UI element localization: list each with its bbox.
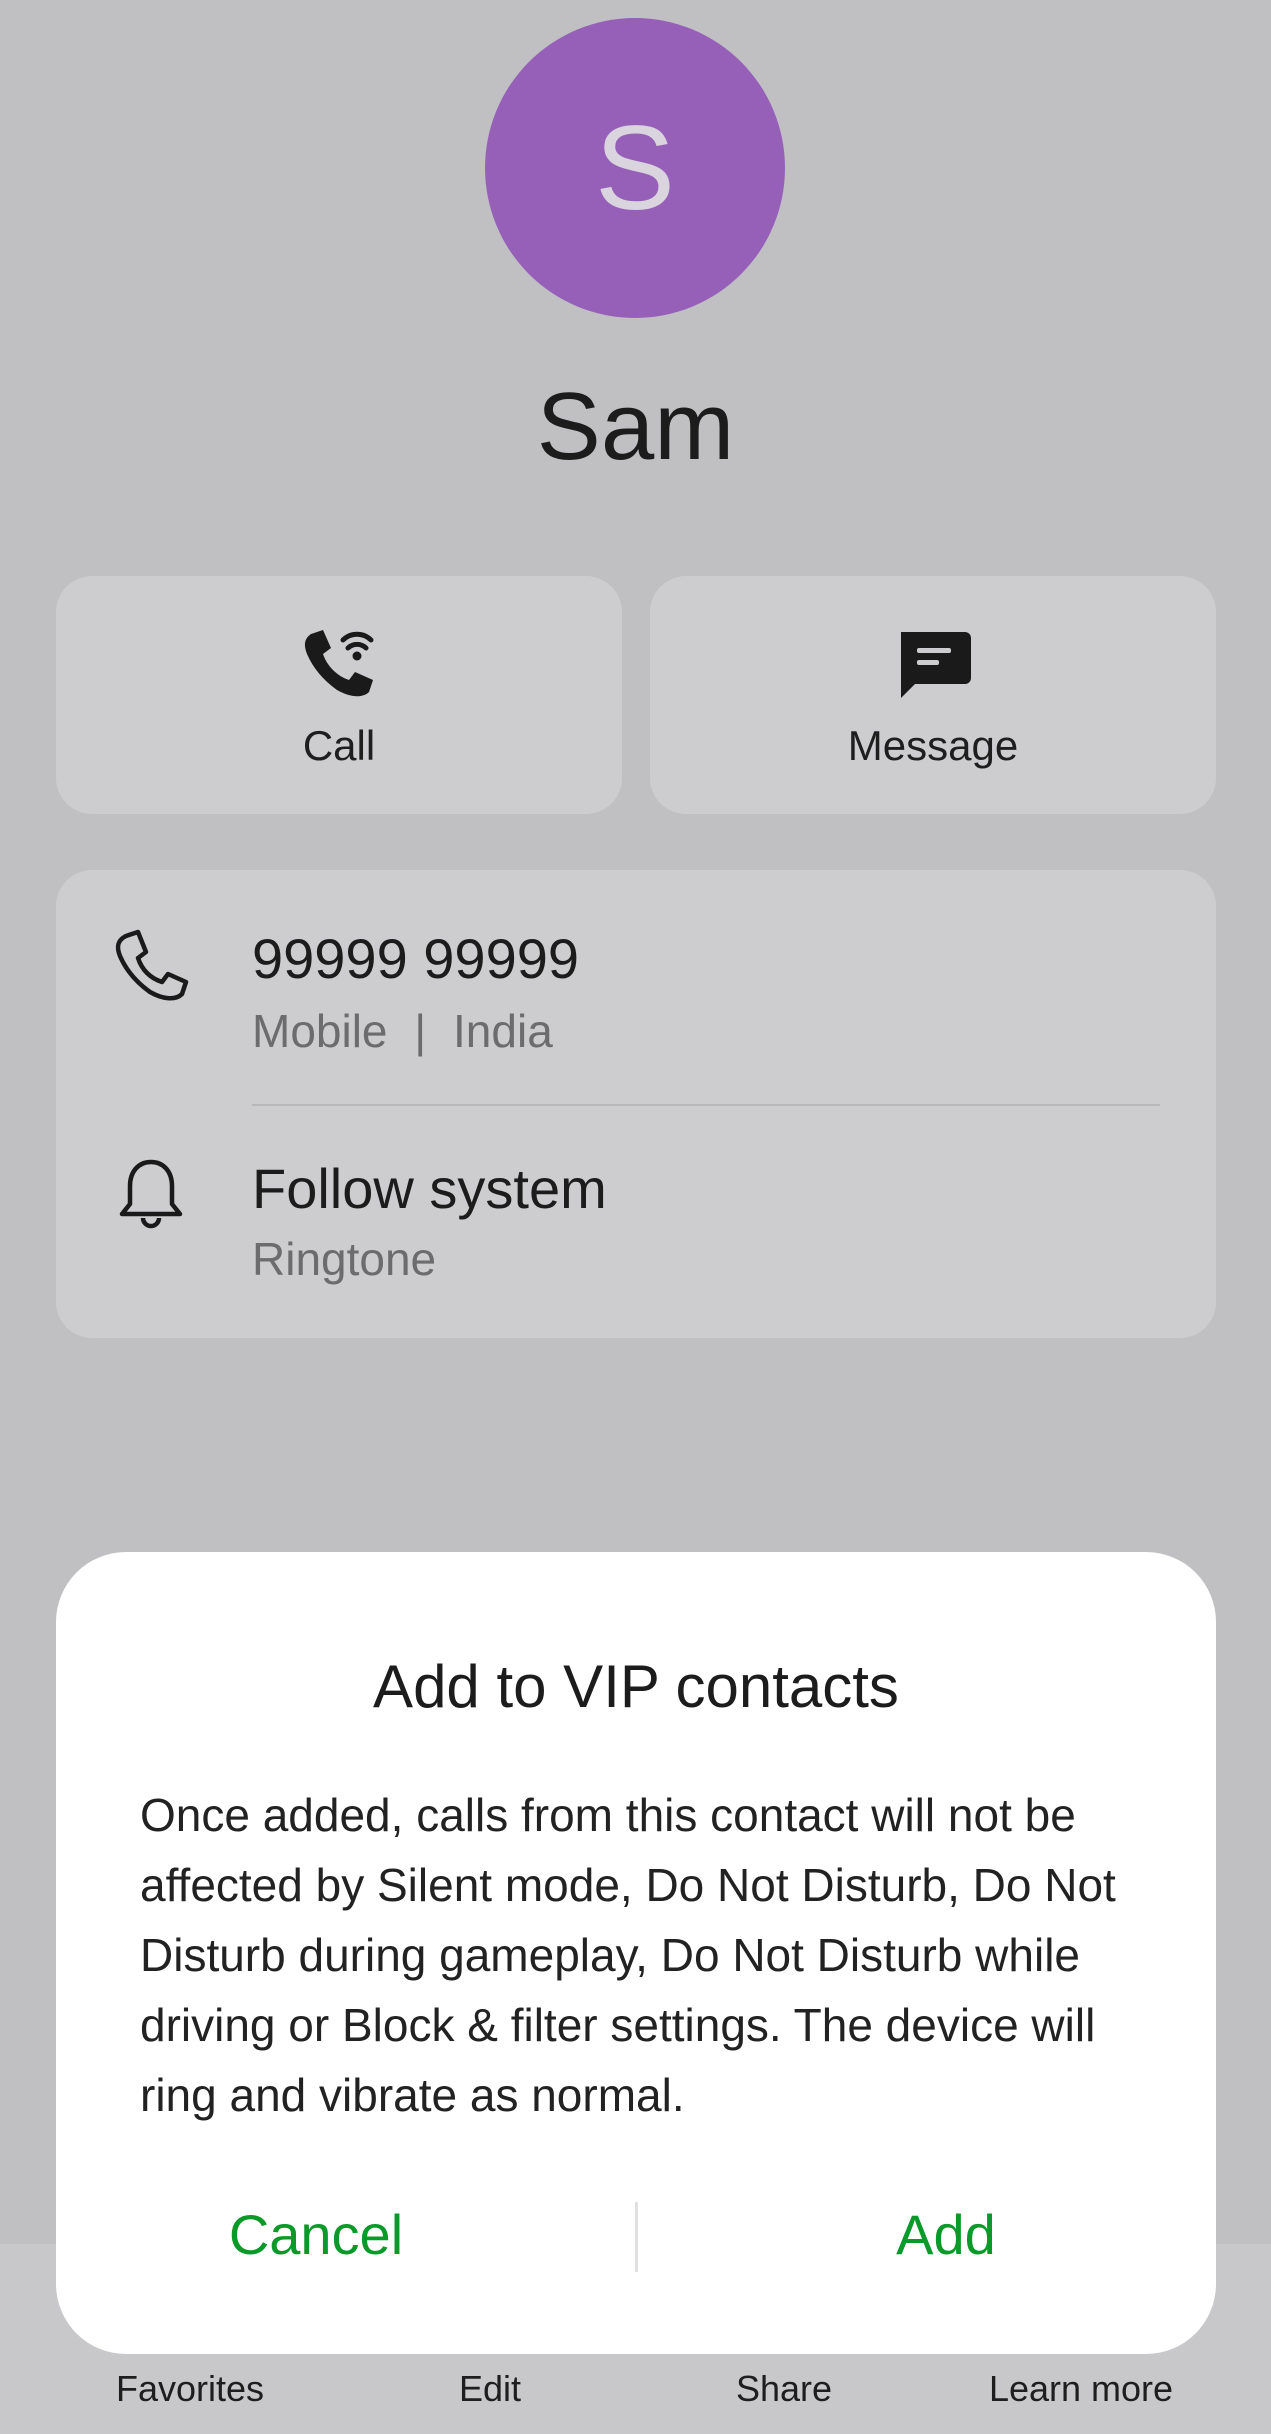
phone-type: Mobile <box>252 1005 388 1057</box>
call-label: Call <box>302 722 376 769</box>
learn-more-button[interactable]: Learn more <box>976 2368 1186 2410</box>
phone-region: India <box>453 1005 553 1057</box>
edit-button[interactable]: Edit <box>420 2368 560 2410</box>
favorites-button[interactable]: Favorites <box>100 2368 280 2410</box>
phone-icon <box>115 929 189 1001</box>
phone-number-row[interactable]: 99999 99999 Mobile | India <box>56 870 1216 1104</box>
dialog-message: Once added, calls from this contact will… <box>140 1789 1116 2121</box>
call-button[interactable]: Call <box>56 576 622 814</box>
wifi-call-icon <box>304 630 374 697</box>
phone-meta: Mobile | India <box>252 1004 553 1058</box>
vip-contacts-dialog: Add to VIP contacts Once added, calls fr… <box>56 1552 1216 2354</box>
dialog-title: Add to VIP contacts <box>373 1653 899 1720</box>
avatar-initial: S <box>594 101 676 235</box>
avatar: S <box>485 18 785 318</box>
ringtone-value: Follow system <box>252 1157 607 1220</box>
ringtone-row[interactable]: Follow system Ringtone <box>56 1106 1216 1338</box>
bell-icon <box>119 1159 183 1229</box>
phone-number: 99999 99999 <box>252 927 580 990</box>
add-button[interactable]: Add <box>636 2202 1216 2267</box>
message-label: Message <box>847 722 1019 769</box>
message-icon <box>901 632 971 698</box>
cancel-button[interactable]: Cancel <box>56 2202 636 2267</box>
ringtone-label: Ringtone <box>252 1233 437 1285</box>
phone-separator: | <box>414 1005 427 1057</box>
message-button[interactable]: Message <box>650 576 1216 814</box>
contact-name: Sam <box>536 373 735 480</box>
contact-details-card: 99999 99999 Mobile | India Follow system… <box>56 870 1216 1338</box>
share-button[interactable]: Share <box>714 2368 854 2410</box>
